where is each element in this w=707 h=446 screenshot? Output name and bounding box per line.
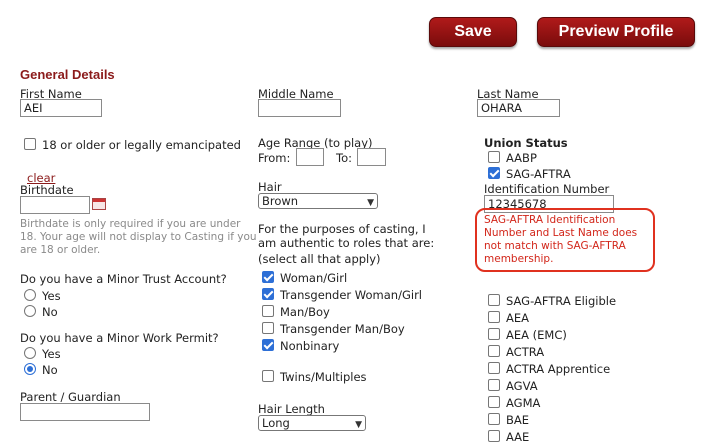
- casting-hint: (select all that apply): [258, 252, 381, 266]
- casting-prompt: For the purposes of casting, I am authen…: [258, 222, 435, 250]
- union-agva-label: AGVA: [506, 379, 538, 393]
- union-agva-checkbox[interactable]: [488, 379, 500, 391]
- union-aea-checkbox[interactable]: [488, 311, 500, 323]
- middle-name-input[interactable]: [258, 99, 341, 117]
- twins-checkbox[interactable]: [262, 370, 274, 382]
- age-from-label: From:: [258, 151, 291, 165]
- casting-nonbinary-label: Nonbinary: [280, 339, 340, 353]
- casting-trans-woman-checkbox[interactable]: [262, 288, 274, 300]
- minor-permit-yes-radio[interactable]: [24, 347, 36, 359]
- casting-woman-checkbox[interactable]: [262, 271, 274, 283]
- union-status-title: Union Status: [484, 136, 568, 150]
- union-aea-emc-checkbox[interactable]: [488, 328, 500, 340]
- casting-man-label: Man/Boy: [280, 305, 330, 319]
- guardian-label: Parent / Guardian: [20, 390, 121, 404]
- age-to-input[interactable]: [357, 148, 386, 166]
- minor-trust-no-label: No: [42, 305, 58, 319]
- emancipated-checkbox[interactable]: [24, 138, 36, 150]
- casting-trans-woman-label: Transgender Woman/Girl: [280, 288, 422, 302]
- preview-profile-button[interactable]: Preview Profile: [537, 17, 695, 47]
- minor-trust-yes-label: Yes: [42, 289, 61, 303]
- last-name-input[interactable]: OHARA: [477, 99, 560, 117]
- age-from-input[interactable]: [296, 148, 324, 166]
- hair-label: Hair: [258, 180, 282, 194]
- chevron-down-icon: ▼: [355, 420, 362, 430]
- hair-length-value: Long: [262, 416, 290, 430]
- guardian-input[interactable]: [20, 403, 150, 421]
- union-sag-label: SAG-AFTRA: [506, 167, 571, 181]
- twins-label: Twins/Multiples: [280, 370, 367, 384]
- hair-select-value: Brown: [262, 194, 299, 208]
- section-title: General Details: [20, 67, 115, 82]
- union-agma-checkbox[interactable]: [488, 396, 500, 408]
- birthdate-input[interactable]: [20, 196, 90, 214]
- union-bae-checkbox[interactable]: [488, 413, 500, 425]
- minor-permit-no-radio[interactable]: [24, 363, 36, 375]
- union-actra-checkbox[interactable]: [488, 345, 500, 357]
- minor-permit-no-label: No: [42, 363, 58, 377]
- union-aea-label: AEA: [506, 311, 529, 325]
- casting-trans-man-label: Transgender Man/Boy: [280, 322, 405, 336]
- calendar-icon[interactable]: [92, 198, 106, 210]
- casting-man-checkbox[interactable]: [262, 305, 274, 317]
- union-actra-apprentice-checkbox[interactable]: [488, 362, 500, 374]
- union-bae-label: BAE: [506, 413, 530, 427]
- union-aea-emc-label: AEA (EMC): [506, 328, 567, 342]
- chevron-down-icon: ▼: [367, 198, 374, 208]
- union-sag-checkbox[interactable]: [488, 167, 500, 179]
- minor-trust-question: Do you have a Minor Trust Account?: [20, 272, 227, 286]
- union-aae-checkbox[interactable]: [488, 430, 500, 442]
- union-aae-label: AAE: [506, 430, 530, 444]
- union-aabp-checkbox[interactable]: [488, 151, 500, 163]
- casting-woman-label: Woman/Girl: [280, 271, 348, 285]
- first-name-input[interactable]: AEI: [20, 99, 102, 117]
- minor-permit-yes-label: Yes: [42, 347, 61, 361]
- emancipated-label: 18 or older or legally emancipated: [42, 138, 241, 152]
- union-agma-label: AGMA: [506, 396, 541, 410]
- minor-permit-question: Do you have a Minor Work Permit?: [20, 331, 219, 345]
- sag-error-message: SAG-AFTRA Identification Number and Last…: [484, 214, 638, 265]
- union-actra-apprentice-label: ACTRA Apprentice: [506, 362, 611, 376]
- birthdate-label: Birthdate: [20, 183, 74, 197]
- birthdate-note: Birthdate is only required if you are un…: [20, 218, 257, 256]
- union-sag-eligible-label: SAG-AFTRA Eligible: [506, 294, 617, 308]
- age-to-label: To:: [336, 151, 352, 165]
- hair-length-select[interactable]: Long ▼: [258, 415, 366, 431]
- hair-length-label: Hair Length: [258, 402, 325, 416]
- union-sag-eligible-checkbox[interactable]: [488, 294, 500, 306]
- minor-trust-yes-radio[interactable]: [24, 289, 36, 301]
- casting-trans-man-checkbox[interactable]: [262, 322, 274, 334]
- union-aabp-label: AABP: [506, 151, 537, 165]
- minor-trust-no-radio[interactable]: [24, 305, 36, 317]
- save-button[interactable]: Save: [429, 17, 517, 47]
- hair-select[interactable]: Brown ▼: [258, 193, 378, 209]
- identification-number-label: Identification Number: [484, 182, 610, 196]
- union-actra-label: ACTRA: [506, 345, 545, 359]
- casting-nonbinary-checkbox[interactable]: [262, 339, 274, 351]
